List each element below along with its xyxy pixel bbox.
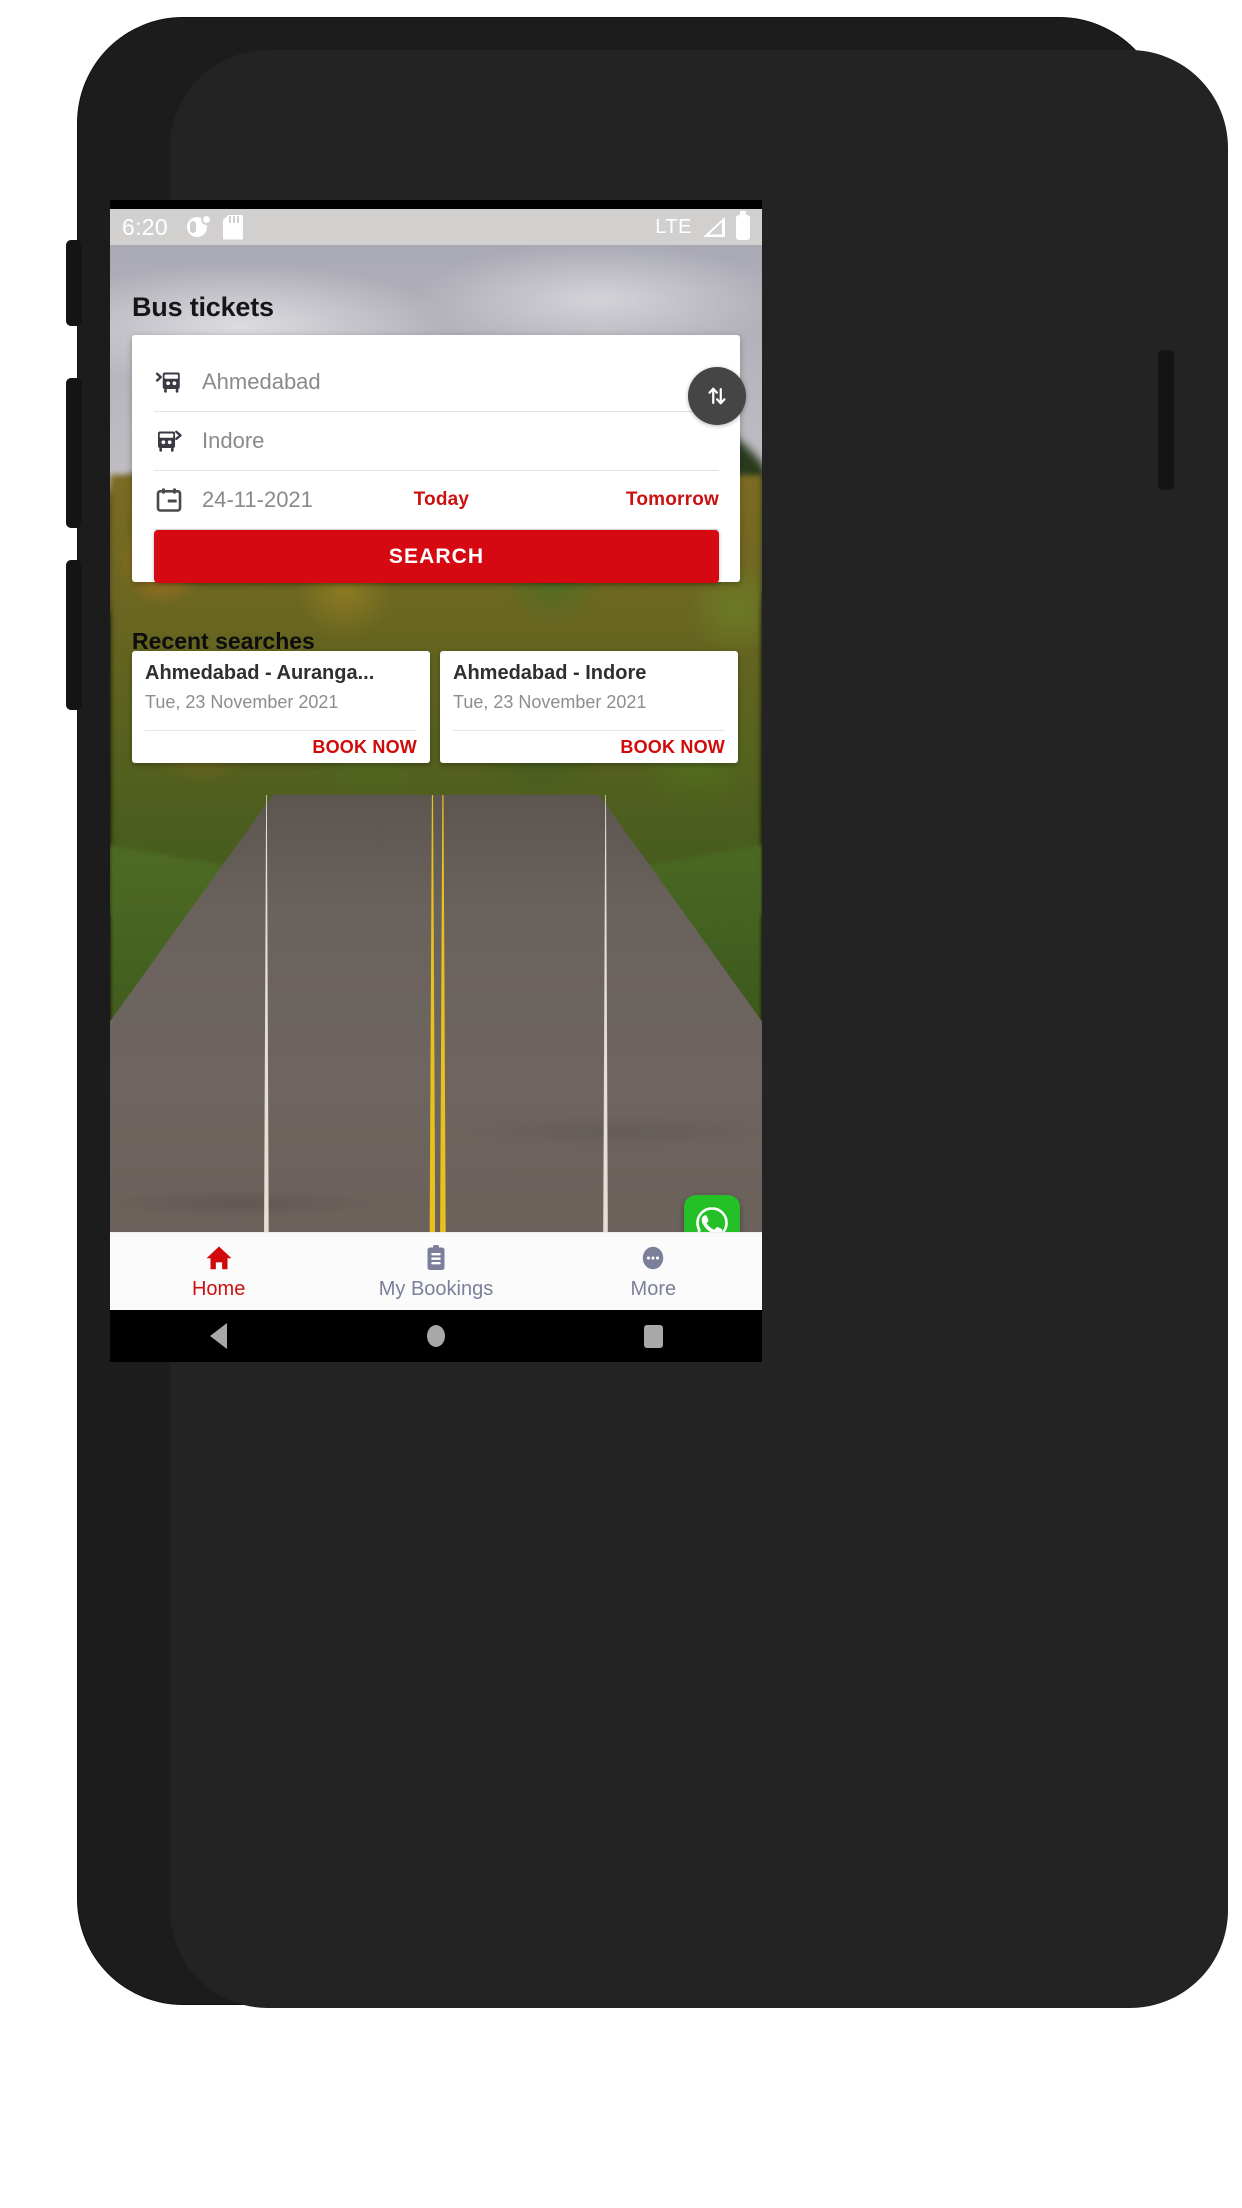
battery-icon <box>736 210 750 240</box>
network-type-label: LTE <box>655 215 692 238</box>
from-value: Ahmedabad <box>202 369 321 394</box>
recent-searches-list: Ahmedabad - Auranga... Tue, 23 November … <box>132 651 744 763</box>
recent-date: Tue, 23 November 2021 <box>145 692 339 712</box>
phone-button-left-3[interactable] <box>66 560 82 710</box>
to-field[interactable]: Indore <box>154 412 719 471</box>
nav-label-more: More <box>630 1277 677 1300</box>
android-home-button[interactable] <box>327 1325 544 1347</box>
recent-date: Tue, 23 November 2021 <box>453 692 647 712</box>
status-bar-time: 6:20 <box>122 213 168 240</box>
page-title: Bus tickets <box>132 292 274 322</box>
recent-search-card[interactable]: Ahmedabad - Indore Tue, 23 November 2021… <box>440 651 738 763</box>
back-triangle-icon <box>210 1323 228 1349</box>
home-icon <box>206 1246 232 1269</box>
signal-icon <box>703 217 725 237</box>
bus-arrival-icon <box>158 430 182 452</box>
nav-item-home[interactable]: Home <box>110 1243 327 1301</box>
recent-route: Ahmedabad - Auranga... <box>145 662 375 684</box>
book-now-button[interactable]: BOOK NOW <box>312 737 417 758</box>
card-divider <box>453 730 725 731</box>
status-bar-left-icons <box>186 214 243 240</box>
nav-item-more[interactable]: More <box>545 1243 762 1301</box>
phone-button-left-1[interactable] <box>66 240 82 326</box>
tomorrow-button[interactable]: Tomorrow <box>626 489 719 511</box>
bottom-navigation: Home My Bookings More <box>110 1232 762 1310</box>
recents-square-icon <box>643 1324 663 1348</box>
nav-label-home: Home <box>191 1277 246 1300</box>
swap-vertical-icon <box>708 387 726 405</box>
search-button[interactable]: SEARCH <box>154 530 719 583</box>
app-content: Bus tickets Ahmedabad Indore 24-11-2021 … <box>110 245 762 1275</box>
book-now-button[interactable]: BOOK NOW <box>620 737 725 758</box>
calendar-icon <box>156 488 182 512</box>
date-field[interactable]: 24-11-2021 Today Tomorrow <box>154 471 719 530</box>
android-back-button[interactable] <box>110 1323 327 1349</box>
do-not-disturb-icon <box>186 215 210 239</box>
status-bar: 6:20 LTE <box>110 209 762 245</box>
status-bar-right-icons: LTE <box>655 210 750 240</box>
bus-departure-icon <box>155 372 180 393</box>
android-navigation-bar <box>110 1310 762 1362</box>
date-value: 24-11-2021 <box>202 487 313 512</box>
from-field[interactable]: Ahmedabad <box>154 353 719 412</box>
nav-item-my-bookings[interactable]: My Bookings <box>327 1243 544 1301</box>
home-circle-icon <box>426 1325 445 1347</box>
today-button[interactable]: Today <box>414 489 470 511</box>
phone-button-left-2[interactable] <box>66 378 82 528</box>
ellipsis-circle-icon <box>643 1246 664 1269</box>
search-card: Ahmedabad Indore 24-11-2021 Today Tomorr… <box>132 335 746 583</box>
card-divider <box>145 730 417 731</box>
screenshot-root: 6:20 LTE Bus tickets Ahmedabad Indore 24… <box>0 0 1242 2208</box>
nav-label-my-bookings: My Bookings <box>378 1277 494 1300</box>
sd-card-icon <box>222 214 243 240</box>
recent-search-card[interactable]: Ahmedabad - Auranga... Tue, 23 November … <box>132 651 430 763</box>
device-screen: 6:20 LTE Bus tickets Ahmedabad Indore 24… <box>110 200 762 1362</box>
clipboard-icon <box>427 1244 445 1270</box>
to-value: Indore <box>202 428 265 453</box>
recent-route: Ahmedabad - Indore <box>453 662 647 684</box>
swap-locations-button[interactable] <box>688 367 746 425</box>
phone-button-right-1[interactable] <box>1158 350 1174 490</box>
android-recents-button[interactable] <box>545 1324 762 1348</box>
